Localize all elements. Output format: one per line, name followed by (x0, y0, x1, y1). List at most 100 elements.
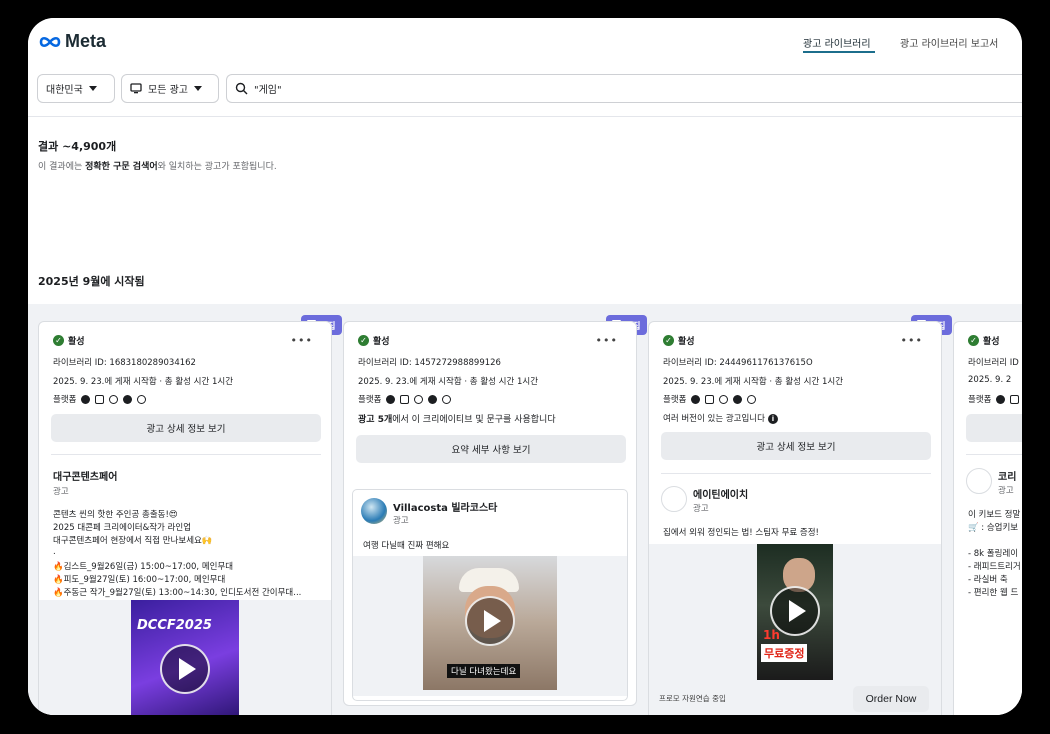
country-value: 대한민국 (46, 85, 83, 96)
ad-video-thumbnail[interactable]: DCCF2025 (131, 600, 239, 715)
advertiser-name[interactable]: 에이틴에이치 (693, 486, 748, 501)
check-circle-icon: ✓ (663, 335, 674, 346)
platforms: 플랫폼 (663, 393, 757, 405)
play-icon[interactable] (465, 596, 515, 646)
platforms: 플랫폼 (968, 393, 1020, 405)
search-icon (235, 82, 248, 95)
advertiser-name[interactable]: 코리 (998, 468, 1016, 483)
ad-card: ✓ 활성 ••• 라이브러리 ID: 1457272988899126 2025.… (343, 321, 637, 706)
footer-note: 프로모 자원연습 중입 (659, 694, 726, 703)
chevron-down-icon (88, 86, 97, 91)
start-date: 2025. 9. 23.에 게재 시작함 · 총 활성 시간 1시간 (358, 377, 539, 387)
more-options-icon[interactable]: ••• (291, 334, 313, 347)
results-count: 결과 ~4,900개 (38, 140, 117, 153)
ad-body-line: - 라실버 축 (968, 575, 1008, 585)
ad-body-line: . (53, 547, 56, 557)
view-ad-details-button[interactable]: 광고 상세 정보 보기 (51, 414, 321, 442)
view-summary-button[interactable]: 요약 세부 사항 보기 (356, 435, 626, 463)
more-options-icon[interactable]: ••• (901, 334, 923, 347)
instagram-icon (400, 394, 410, 404)
video-caption: 1h (763, 628, 780, 642)
divider (661, 473, 931, 474)
meta-infinity-icon (39, 36, 61, 47)
ad-body-line: 2025 대콘페 크리에이터&작가 라인업 (53, 523, 192, 533)
divider (28, 116, 1022, 117)
ad-body-line: 대구콘텐츠페어 현장에서 직접 만나보세요🙌 (53, 536, 213, 546)
order-now-button[interactable]: Order Now (853, 686, 929, 712)
library-id: 라이브러리 ID: 1457272988899126 (358, 358, 501, 368)
platforms: 플랫폼 (358, 393, 452, 405)
ad-body-line: 여행 다닐때 진짜 편해요 (363, 541, 450, 551)
ad-body-line: 🔥주동근 작가_9월27일(토) 13:00~14:30, 인디도서전 간이무대… (53, 588, 302, 598)
status-badge: ✓ 활성 (968, 334, 1000, 347)
more-options-icon[interactable]: ••• (596, 334, 618, 347)
ad-video-thumbnail[interactable]: 다닐 다녀왔는데요 (423, 556, 557, 690)
ad-body-line: - 8k 폴링레이 (968, 549, 1019, 559)
monitor-icon (130, 83, 142, 94)
ad-card: ✓ 활성 라이브러리 ID 2025. 9. 2 플랫폼 코리 광고 이 키보드 … (953, 321, 1022, 715)
check-circle-icon: ✓ (968, 335, 979, 346)
versions-note: 여러 버전이 있는 광고입니다 i (663, 412, 778, 424)
view-ad-details-button[interactable]: 광고 상세 정보 보기 (661, 432, 931, 460)
instagram-icon (705, 394, 715, 404)
view-ad-details-button[interactable] (966, 414, 1022, 442)
sponsored-label: 광고 (393, 516, 409, 526)
tab-ad-library-report[interactable]: 광고 라이브러리 보고서 (900, 35, 998, 50)
avatar (966, 468, 992, 494)
facebook-icon (81, 394, 91, 404)
chevron-down-icon (193, 86, 202, 91)
threads-icon (442, 394, 452, 404)
ad-card: ✓ 활성 ••• 라이브러리 ID: 1683180289034162 2025.… (38, 321, 332, 715)
facebook-icon (996, 394, 1006, 404)
avatar (361, 498, 387, 524)
messenger-icon (428, 394, 438, 404)
ad-card: ✓ 활성 ••• 라이브러리 ID: 2444961176137615O 2025… (648, 321, 942, 715)
multi-ad-note: 광고 5개에서 이 크리에이티브 및 문구를 사용합니다 (358, 415, 556, 425)
divider (51, 454, 321, 455)
results-note: 이 결과에는 정확한 구문 검색어와 일치하는 광고가 포함됩니다. (38, 162, 277, 172)
top-bar: Meta 광고 라이브러리 광고 라이브러리 보고서 (28, 18, 1022, 66)
ad-video-thumbnail[interactable]: 1h 무료증정 (757, 544, 833, 680)
play-icon[interactable] (160, 644, 210, 694)
section-title: 2025년 9월에 시작됨 (38, 275, 145, 288)
facebook-icon (691, 394, 701, 404)
library-id: 라이브러리 ID (968, 358, 1019, 368)
filter-bar: 대한민국 모든 광고 (28, 74, 1022, 108)
platforms: 플랫폼 (53, 393, 147, 405)
start-date: 2025. 9. 2 (968, 375, 1012, 385)
ad-type-dropdown[interactable]: 모든 광고 (121, 74, 219, 103)
video-caption: 다닐 다녀왔는데요 (447, 664, 521, 678)
ad-body-line: 🛒 : 승업키보 (968, 523, 1019, 533)
ad-preview: Villacosta 빌라코스타 광고 여행 다닐때 진짜 편해요 다닐 다녀왔… (352, 489, 628, 701)
messenger-icon (123, 394, 133, 404)
advertiser-name[interactable]: 대구콘텐츠페어 (53, 468, 117, 483)
messenger-icon (733, 394, 743, 404)
ad-body-line: - 편리한 웹 드 (968, 588, 1019, 598)
ad-type-value: 모든 광고 (148, 85, 188, 96)
advertiser-name[interactable]: Villacosta 빌라코스타 (393, 499, 497, 514)
instagram-icon (95, 394, 105, 404)
ad-body-line: 🔥김스트_9월26일(금) 15:00~17:00, 메인무대 (53, 562, 234, 572)
ad-body-line: - 래피드트리거 (968, 562, 1021, 572)
tab-ad-library[interactable]: 광고 라이브러리 (803, 35, 871, 50)
library-id: 라이브러리 ID: 2444961176137615O (663, 358, 813, 368)
check-circle-icon: ✓ (358, 335, 369, 346)
divider (966, 454, 1022, 455)
threads-icon (137, 394, 147, 404)
media-title: DCCF2025 (137, 618, 212, 633)
search-input[interactable] (254, 83, 554, 94)
info-icon[interactable]: i (767, 414, 778, 424)
avatar (661, 486, 687, 512)
audience-network-icon (109, 394, 119, 404)
status-badge: ✓ 활성 (358, 334, 390, 347)
meta-logo[interactable]: Meta (38, 31, 106, 52)
sponsored-label: 광고 (998, 486, 1014, 496)
logo-text: Meta (65, 31, 107, 51)
browser-frame: Meta 광고 라이브러리 광고 라이브러리 보고서 대한민국 모든 광고 결과… (28, 18, 1022, 715)
search-box[interactable] (226, 74, 1022, 103)
ad-body-line: 🔥피도_9월27일(토) 16:00~17:00, 메인무대 (53, 575, 226, 585)
audience-network-icon (414, 394, 424, 404)
facebook-icon (386, 394, 396, 404)
country-dropdown[interactable]: 대한민국 (37, 74, 115, 103)
start-date: 2025. 9. 23.에 게재 시작함 · 총 활성 시간 1시간 (663, 377, 844, 387)
